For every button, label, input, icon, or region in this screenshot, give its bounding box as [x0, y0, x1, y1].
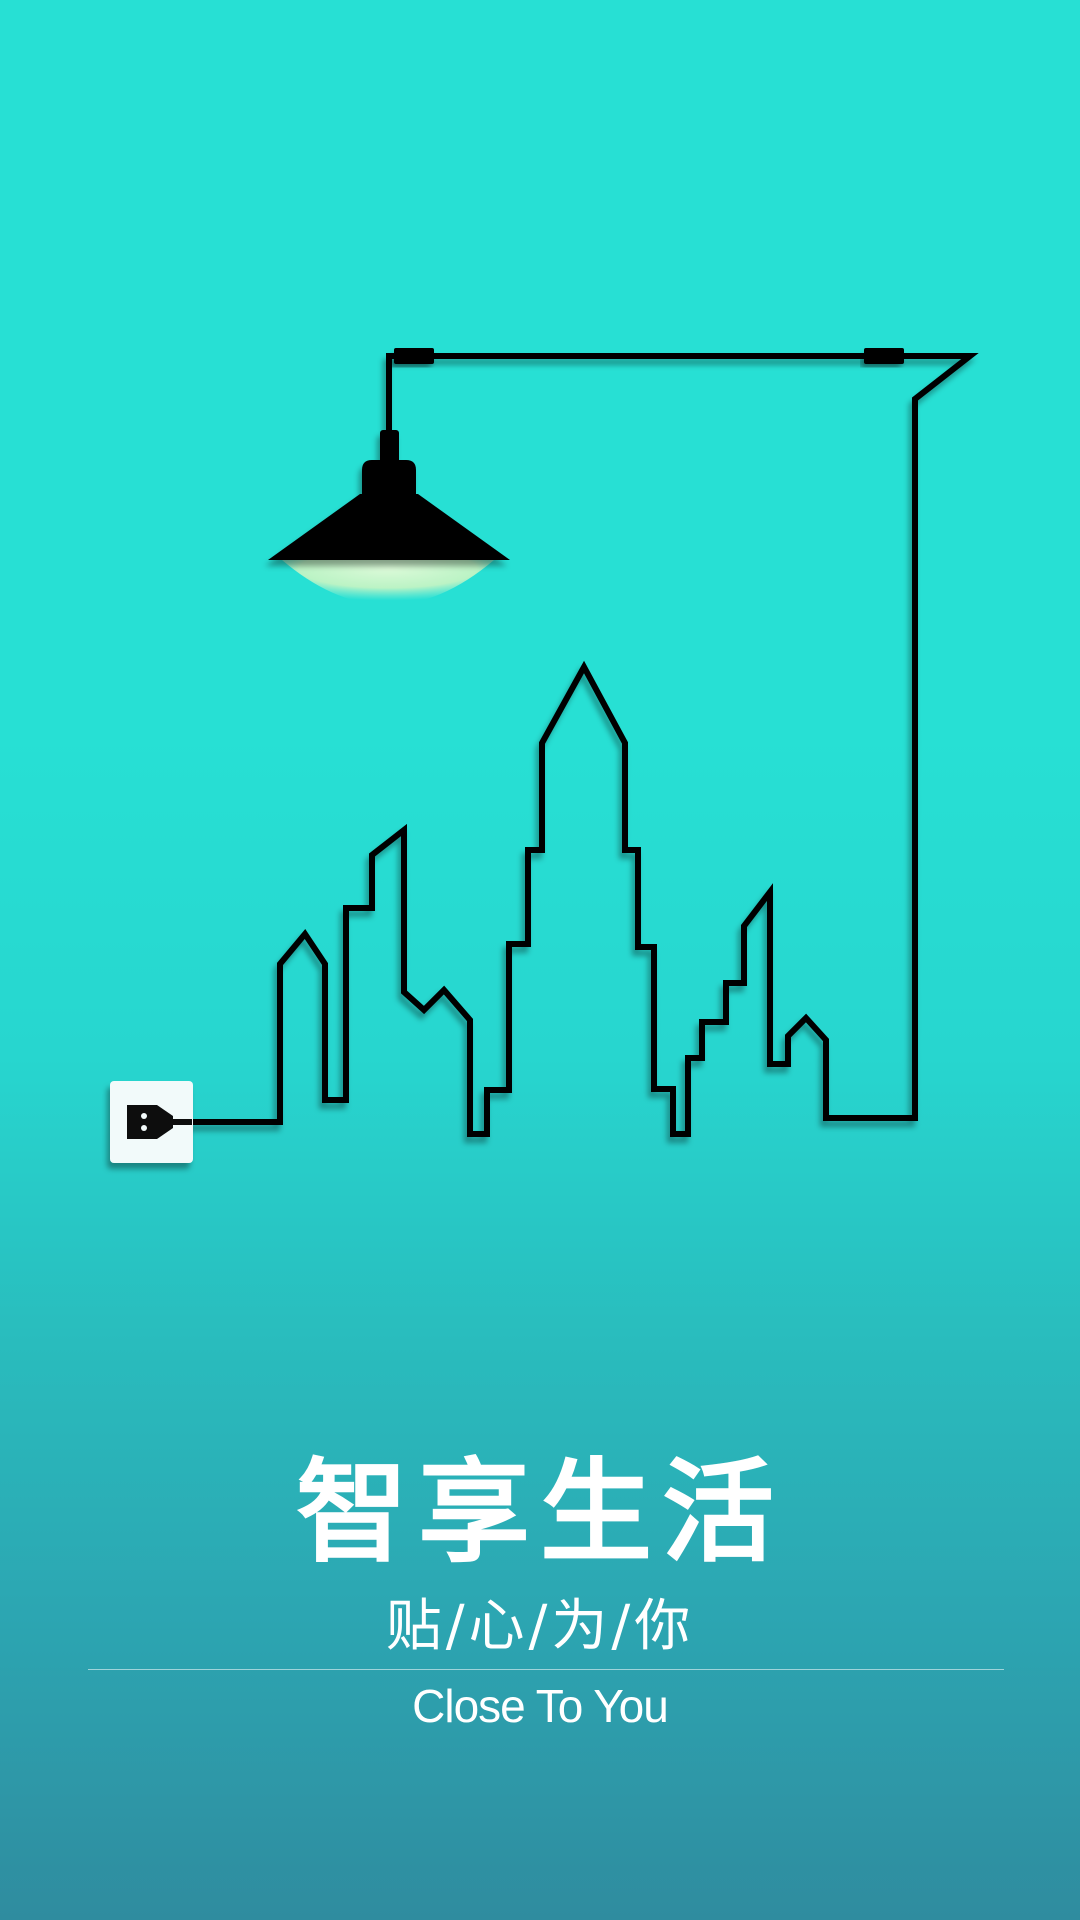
poster-tagline: Close To You: [412, 1680, 669, 1732]
pendant-lamp-icon: [268, 430, 510, 560]
cable-connector-left: [394, 348, 434, 364]
poster-subtitle: 贴/心/为/你: [385, 1594, 695, 1659]
poster-screen: 智享生活 贴/心/为/你 Close To You: [0, 0, 1080, 1920]
poster-title: 智享生活: [296, 1448, 784, 1578]
lamp-light: [282, 560, 494, 605]
cable-line: [190, 353, 979, 1137]
divider-line: [88, 1669, 1004, 1670]
cable-connector-right: [864, 348, 904, 364]
